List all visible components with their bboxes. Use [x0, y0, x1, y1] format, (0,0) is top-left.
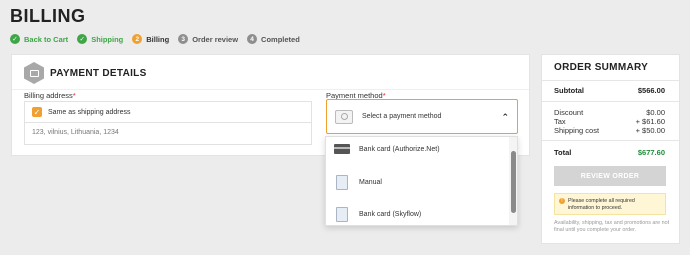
tax-row: Tax + $61.60 — [554, 117, 665, 126]
payment-details-header: PAYMENT DETAILS — [24, 62, 147, 84]
step-billing: 2 Billing — [132, 34, 169, 44]
step-label: Billing — [146, 34, 170, 44]
order-summary-card: ORDER SUMMARY Subtotal $566.00 Discount … — [541, 54, 680, 244]
checkout-steps: ✓ Back to Cart ✓ Shipping 2 Billing 3 Or… — [10, 34, 309, 44]
step-completed: 4 Completed — [247, 34, 300, 44]
payment-option-skyflow[interactable]: Bank card (Skyflow) — [326, 199, 511, 225]
step-back-to-cart[interactable]: ✓ Back to Cart — [10, 34, 68, 44]
review-order-button[interactable]: REVIEW ORDER — [554, 166, 666, 186]
payment-method-placeholder: Select a payment method — [362, 113, 442, 120]
payment-option-label: Bank card (Skyflow) — [359, 210, 422, 218]
same-as-shipping-row[interactable]: ✓ Same as shipping address — [25, 102, 311, 123]
payment-option-label: Bank card (Authorize.Net) — [359, 145, 440, 153]
payment-option-manual[interactable]: Manual — [326, 167, 511, 197]
document-icon — [334, 174, 350, 190]
check-icon: ✓ — [10, 34, 20, 44]
dropdown-scrollbar[interactable] — [509, 137, 517, 225]
credit-card-icon — [334, 142, 350, 156]
step-label: Completed — [261, 34, 300, 44]
payment-option-label: Manual — [359, 178, 382, 186]
step-number-icon: 2 — [132, 34, 143, 44]
same-as-shipping-label: Same as shipping address — [48, 108, 131, 116]
payment-placeholder-icon — [335, 109, 353, 124]
warning-icon: ! — [559, 198, 565, 204]
same-as-shipping-checkbox[interactable]: ✓ — [32, 107, 42, 117]
discount-row: Discount $0.00 — [554, 108, 665, 117]
step-label: Shipping — [91, 34, 124, 44]
document-icon — [334, 206, 350, 222]
billing-address-label: Billing address* — [24, 91, 76, 100]
billing-address-box: ✓ Same as shipping address 123, vilnius,… — [24, 101, 312, 145]
page-title: BILLING — [10, 6, 86, 26]
check-icon: ✓ — [77, 34, 88, 44]
divider — [542, 140, 679, 141]
step-label: Back to Cart — [24, 34, 69, 44]
scrollbar-thumb[interactable] — [511, 151, 516, 213]
payment-method-select[interactable]: Select a payment method ⌃ — [326, 99, 518, 134]
payment-method-dropdown: Bank card (Authorize.Net) Manual Bank ca… — [325, 136, 518, 226]
billing-address-text: 123, vilnius, Lithuania, 1234 — [32, 129, 119, 136]
step-order-review: 3 Order review — [178, 34, 238, 44]
step-number-icon: 4 — [247, 34, 258, 44]
summary-note: Availability, shipping, tax and promotio… — [554, 220, 670, 234]
divider — [542, 80, 679, 81]
divider — [12, 89, 529, 90]
payment-card-icon — [24, 62, 44, 84]
step-label: Order review — [192, 34, 239, 44]
warning-box: ! Please complete all required informati… — [554, 193, 666, 215]
step-shipping[interactable]: ✓ Shipping — [77, 34, 123, 44]
warning-text: Please complete all required information… — [568, 198, 635, 212]
payment-option-authorize-net[interactable]: Bank card (Authorize.Net) — [326, 137, 511, 164]
order-summary-title: ORDER SUMMARY — [554, 62, 649, 73]
chevron-up-icon[interactable]: ⌃ — [501, 112, 509, 123]
subtotal-row: Subtotal $566.00 — [554, 86, 665, 95]
payment-details-title: PAYMENT DETAILS — [50, 67, 147, 79]
step-number-icon: 3 — [178, 34, 189, 44]
total-row: Total $677.60 — [554, 148, 665, 157]
divider — [542, 101, 679, 102]
shipping-cost-row: Shipping cost + $50.00 — [554, 126, 665, 135]
